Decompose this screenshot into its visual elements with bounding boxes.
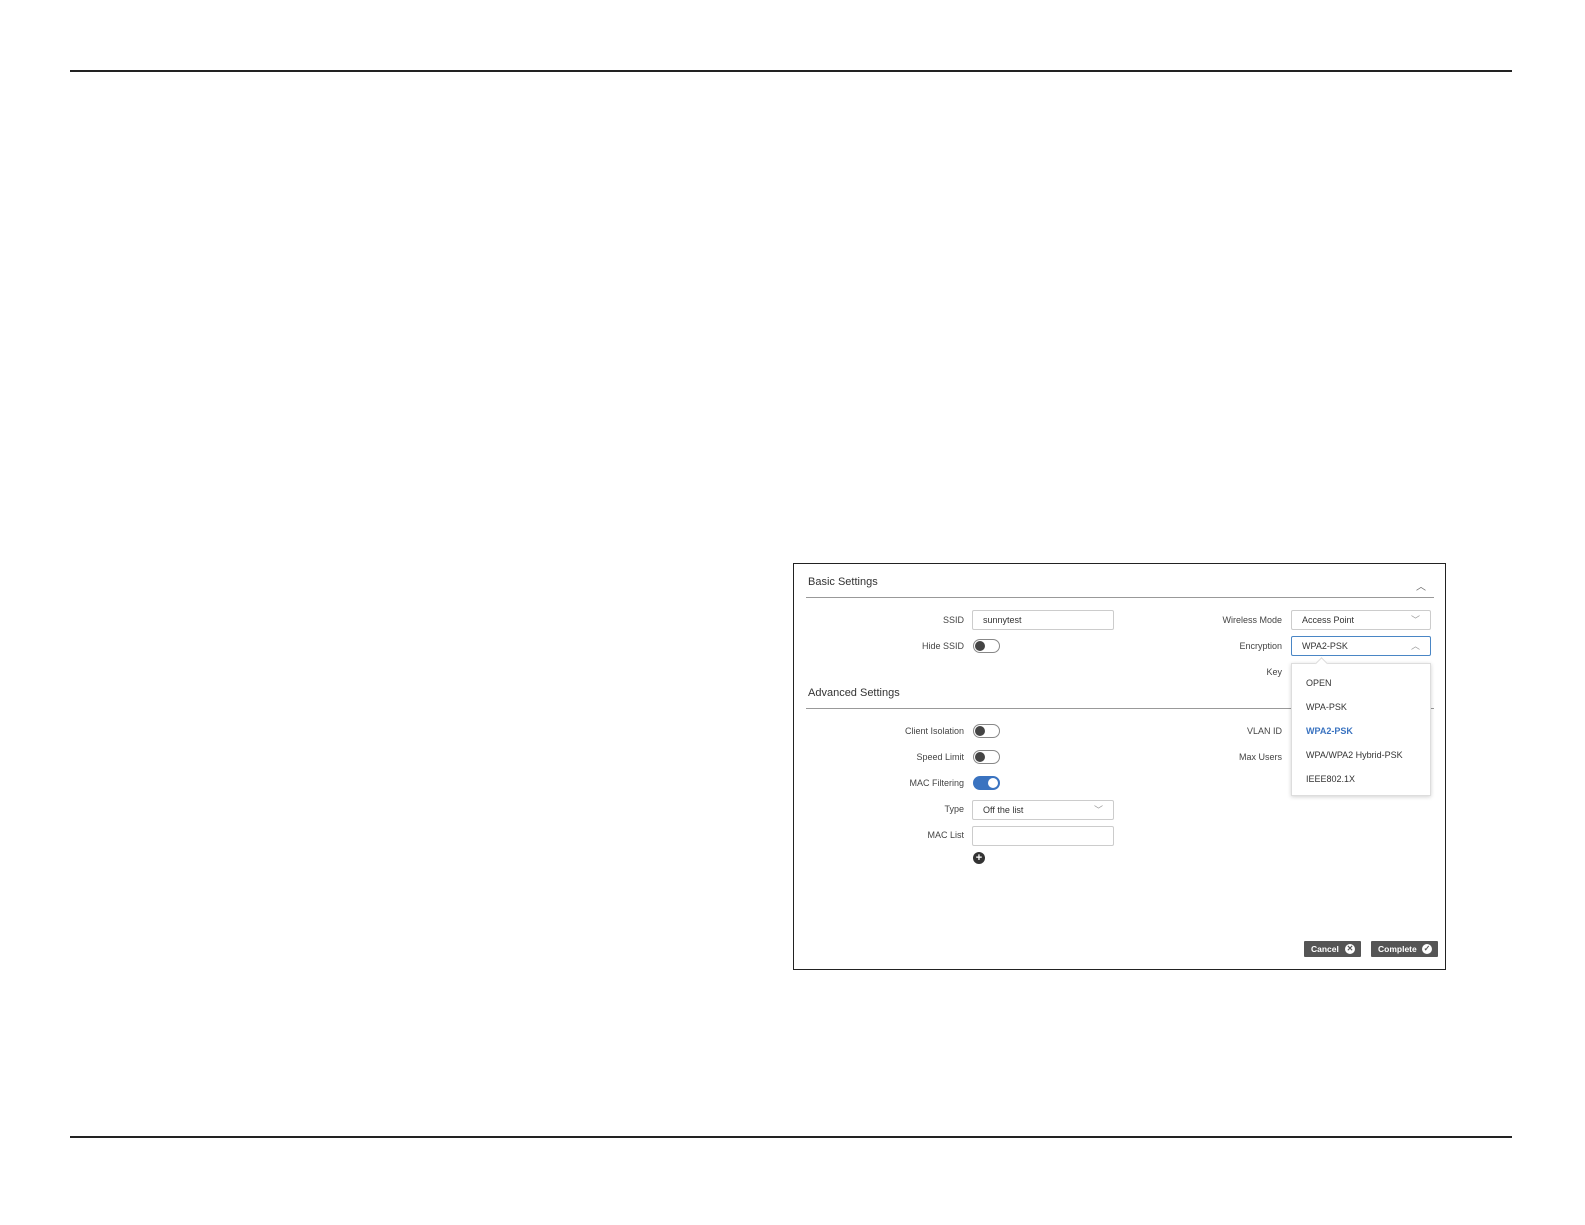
chevron-up-icon: ︿ [1410, 641, 1420, 651]
wireless-mode-select[interactable]: Access Point ﹀ [1291, 610, 1431, 630]
type-select[interactable]: Off the list ﹀ [972, 800, 1114, 820]
mac-list-label: MAC List [927, 830, 964, 840]
basic-settings-title: Basic Settings [808, 576, 878, 588]
page-top-rule [70, 70, 1512, 72]
encryption-select[interactable]: WPA2-PSK ︿ [1291, 636, 1431, 656]
toggle-knob [975, 752, 985, 762]
advanced-settings-title: Advanced Settings [808, 687, 900, 699]
encryption-option-open[interactable]: OPEN [1306, 678, 1332, 688]
encryption-option-wpa-wpa2-hybrid-psk[interactable]: WPA/WPA2 Hybrid-PSK [1306, 750, 1403, 760]
complete-button-label: Complete [1378, 944, 1417, 954]
add-circle-icon[interactable]: + [973, 852, 985, 864]
toggle-knob [988, 778, 998, 788]
wireless-mode-value: Access Point [1302, 615, 1355, 625]
encryption-label: Encryption [1239, 641, 1282, 651]
type-label: Type [944, 804, 964, 814]
basic-settings-divider [806, 597, 1434, 598]
collapse-chevron-icon[interactable]: ︿ [1416, 583, 1428, 593]
encryption-dropdown: OPEN WPA-PSK WPA2-PSK WPA/WPA2 Hybrid-PS… [1291, 657, 1431, 796]
key-label: Key [1266, 667, 1282, 677]
hide-ssid-label: Hide SSID [921, 641, 964, 651]
type-value: Off the list [983, 805, 1024, 815]
encryption-option-wpa2-psk[interactable]: WPA2-PSK [1306, 726, 1353, 736]
client-isolation-toggle[interactable] [973, 724, 1000, 738]
close-circle-icon: ✕ [1345, 944, 1355, 954]
cancel-button[interactable]: Cancel ✕ [1304, 941, 1361, 957]
chevron-down-icon: ﹀ [1410, 615, 1420, 625]
vlan-id-label: VLAN ID [1246, 726, 1282, 736]
wireless-mode-label: Wireless Mode [1222, 615, 1282, 625]
dropdown-pointer [1315, 657, 1328, 670]
cancel-button-label: Cancel [1311, 944, 1339, 954]
speed-limit-toggle[interactable] [973, 750, 1000, 764]
speed-limit-label: Speed Limit [916, 752, 964, 762]
complete-button[interactable]: Complete ✓ [1371, 941, 1438, 957]
ssid-input[interactable]: sunnytest [972, 610, 1114, 630]
encryption-value: WPA2-PSK [1302, 641, 1348, 651]
mac-list-input[interactable] [972, 826, 1114, 846]
max-users-label: Max Users [1238, 752, 1282, 762]
toggle-knob [975, 726, 985, 736]
hide-ssid-toggle[interactable] [973, 639, 1000, 653]
page-bottom-rule [70, 1136, 1512, 1138]
encryption-option-wpa-psk[interactable]: WPA-PSK [1306, 702, 1347, 712]
check-circle-icon: ✓ [1422, 944, 1432, 954]
chevron-down-icon: ﹀ [1093, 805, 1103, 815]
ssid-label: SSID [942, 615, 964, 625]
wireless-settings-panel: Basic Settings ︿ SSID sunnytest Hide SSI… [793, 563, 1446, 970]
client-isolation-label: Client Isolation [904, 726, 964, 736]
encryption-option-ieee8021x[interactable]: IEEE802.1X [1306, 774, 1355, 784]
mac-filtering-label: MAC Filtering [909, 778, 964, 788]
mac-filtering-toggle[interactable] [973, 776, 1000, 790]
toggle-knob [975, 641, 985, 651]
